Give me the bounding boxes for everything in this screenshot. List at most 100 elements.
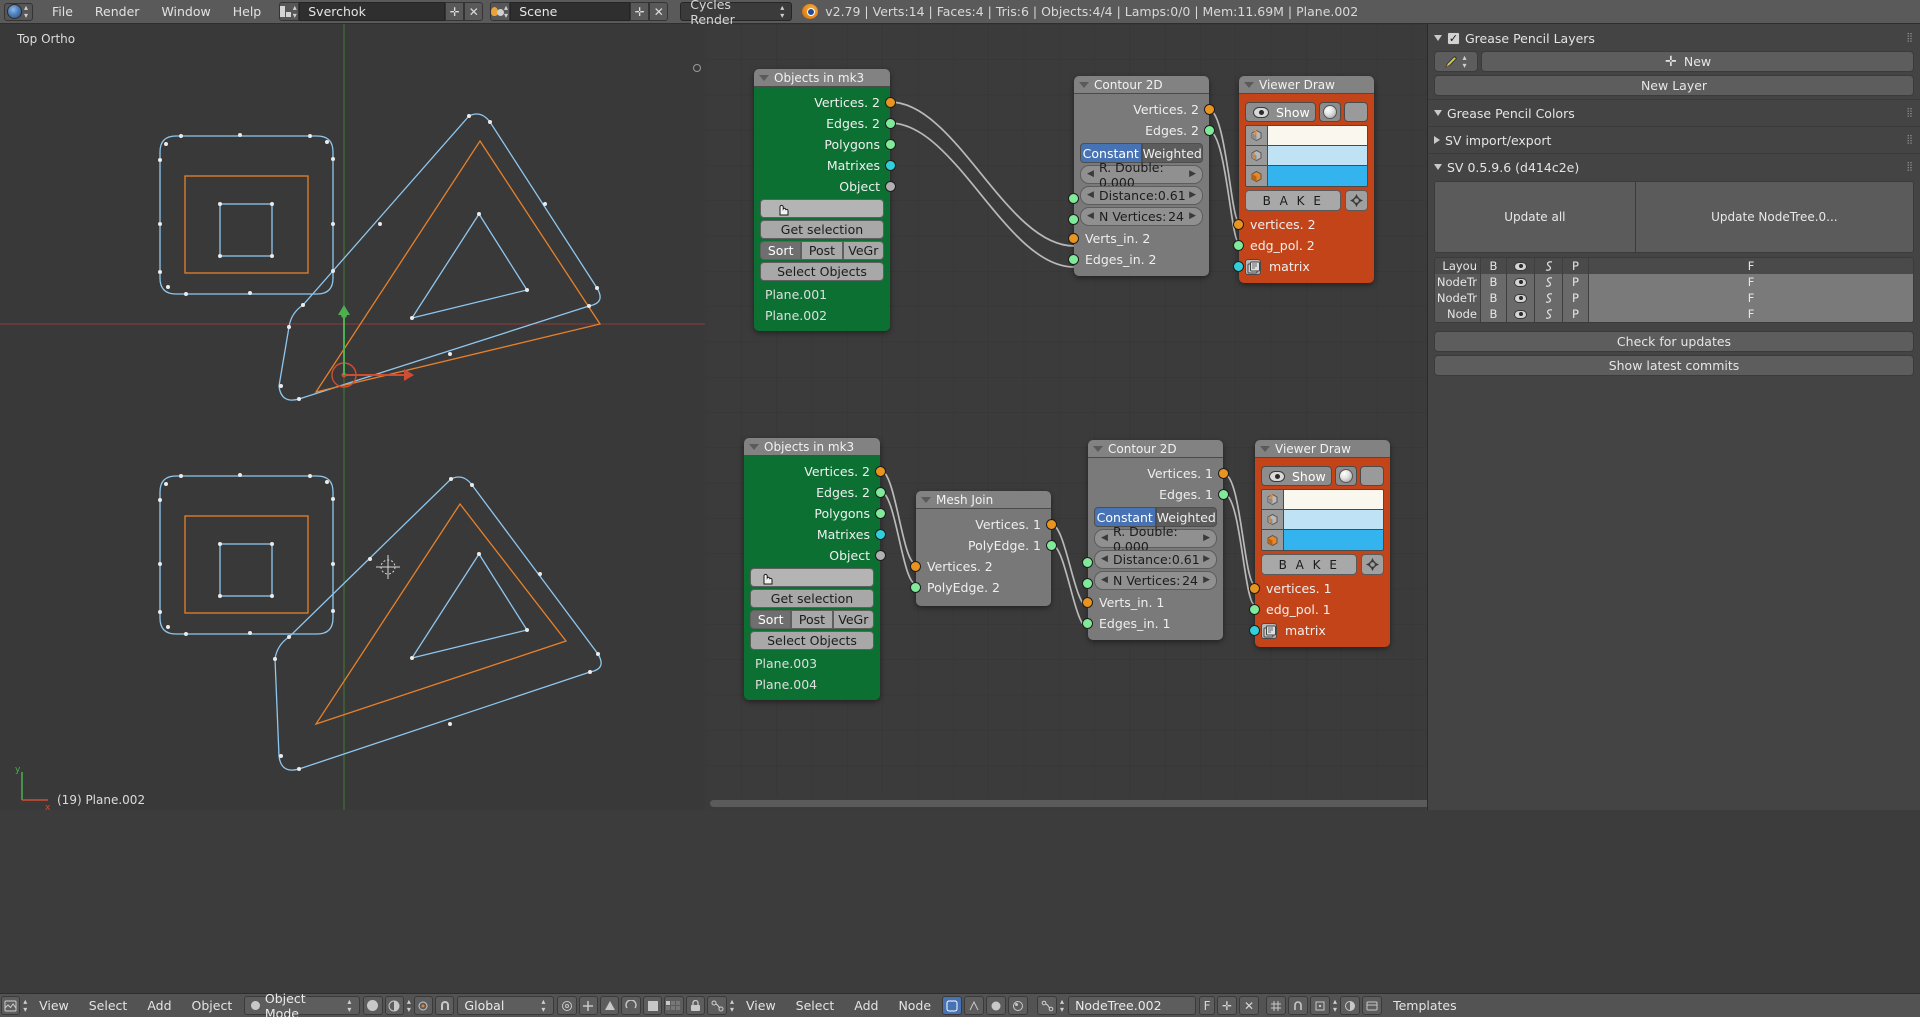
arrow-left-icon[interactable]: ◀ [1101, 575, 1108, 585]
vertices-socket[interactable] [910, 561, 921, 572]
color-swatch-edges[interactable] [1268, 146, 1367, 165]
chevron-updown-icon[interactable]: ▴ ▾ [291, 3, 298, 20]
show-toggle[interactable]: Show [1261, 466, 1332, 486]
node-header[interactable]: Objects in mk3 [754, 69, 890, 87]
vertices-socket[interactable] [1218, 468, 1229, 479]
add-layout-button[interactable]: ✛ [445, 2, 465, 21]
row-process-toggle[interactable]: P [1563, 274, 1589, 290]
vertices-socket[interactable] [1233, 219, 1244, 230]
tab-sort[interactable]: Sort [760, 241, 802, 260]
color-row-edges[interactable] [1262, 510, 1383, 530]
drag-grip-icon[interactable]: ⣿ [1906, 108, 1914, 118]
distance-field[interactable]: ◀ Distance: 0.61 ▶ [1080, 186, 1203, 205]
node-header[interactable]: Contour 2D [1088, 440, 1223, 458]
shading-toggle[interactable] [1335, 466, 1357, 486]
sort-post-vegr-tabs[interactable]: Sort Post VeGr [750, 610, 874, 629]
scene-icon[interactable]: ▴ ▾ [490, 2, 511, 21]
bake-button[interactable]: B A K E [1261, 554, 1357, 575]
node-viewer-draw-bottom[interactable]: Viewer Draw Show B A K E vertices. 1 edg… [1249, 440, 1390, 647]
target-icon[interactable] [1345, 190, 1368, 211]
matrix-socket[interactable] [1233, 261, 1244, 272]
new-grease-pencil-button[interactable]: ✛ New [1481, 51, 1914, 72]
table-row[interactable]: NodeTr B P F [1435, 274, 1913, 290]
arrow-right-icon[interactable]: ▶ [1203, 575, 1210, 585]
chevron-updown-icon[interactable]: ▴ ▾ [21, 997, 29, 1014]
chevron-down-icon[interactable] [1434, 110, 1442, 116]
chevron-down-icon[interactable] [1434, 164, 1442, 170]
node-header[interactable]: Objects in mk3 [744, 438, 880, 456]
row-process-toggle[interactable]: P [1563, 290, 1589, 306]
row-layout-name[interactable]: NodeTr [1435, 274, 1481, 290]
collapse-triangle-icon[interactable] [749, 443, 759, 450]
matrix-socket[interactable] [1249, 625, 1260, 636]
drag-grip-icon[interactable]: ⣿ [1906, 135, 1914, 145]
arrow-left-icon[interactable]: ◀ [1101, 533, 1108, 543]
row-fake-toggle[interactable]: F [1589, 290, 1913, 306]
arrow-right-icon[interactable]: ▶ [1203, 554, 1210, 564]
3d-viewport[interactable]: Top Ortho (19) Plane.002 y x [0, 24, 705, 810]
chevron-updown-icon[interactable]: ▴ ▾ [1331, 997, 1339, 1014]
menu-file[interactable]: File [41, 2, 84, 21]
panel-grease-pencil-layers[interactable]: ✓ Grease Pencil Layers ⣿ [1428, 28, 1920, 48]
arrow-right-icon[interactable]: ▶ [1189, 211, 1196, 221]
menu-window[interactable]: Window [150, 2, 221, 21]
lock-button[interactable] [685, 996, 705, 1015]
extra-toggle[interactable] [1360, 466, 1384, 486]
color-swatch-faces[interactable] [1268, 166, 1367, 186]
polyedge-socket[interactable] [1046, 540, 1057, 551]
edges-socket[interactable] [885, 118, 896, 129]
nodetree-datablock-icon[interactable] [1037, 996, 1058, 1015]
snap-node-button[interactable] [1288, 996, 1309, 1015]
chevron-right-icon[interactable] [1434, 136, 1440, 144]
row-eye-icon[interactable] [1507, 306, 1535, 322]
object-socket[interactable] [875, 550, 886, 561]
node-menu-node[interactable]: Node [888, 996, 941, 1015]
shading-type-icon[interactable] [986, 996, 1007, 1015]
row-bake-toggle[interactable]: B [1481, 290, 1507, 306]
edges-in-socket[interactable] [1068, 254, 1079, 265]
polygons-socket[interactable] [885, 139, 896, 150]
chevron-updown-icon[interactable]: ▴ ▾ [22, 3, 30, 20]
row-snake-icon[interactable] [1535, 274, 1563, 290]
collapse-triangle-icon[interactable] [921, 496, 931, 503]
snap-magnet-button[interactable] [435, 996, 455, 1015]
object-picker-field[interactable] [760, 199, 884, 218]
color-row-faces[interactable] [1262, 530, 1383, 550]
chevron-down-icon[interactable] [1434, 35, 1442, 41]
get-selection-button[interactable]: Get selection [760, 220, 884, 239]
chevron-updown-icon[interactable]: ▴ ▾ [1058, 997, 1066, 1014]
edgepol-socket[interactable] [1233, 240, 1244, 251]
color-swatch-vertices[interactable] [1268, 126, 1367, 145]
viewport-menu-view[interactable]: View [29, 996, 79, 1015]
editor-type-button[interactable] [707, 996, 727, 1015]
row-snake-icon[interactable] [1535, 306, 1563, 322]
verts-in-socket[interactable] [1068, 233, 1079, 244]
n-vertices-field[interactable]: ◀ N Vertices: 24 ▶ [1080, 207, 1203, 226]
object-list-item[interactable]: Plane.004 [744, 673, 880, 694]
distance-input-socket[interactable] [1068, 193, 1079, 204]
arrow-left-icon[interactable]: ◀ [1087, 190, 1094, 200]
matrixes-socket[interactable] [885, 160, 896, 171]
chevron-updown-icon[interactable]: ▴ ▾ [728, 997, 736, 1014]
color-row-vertices[interactable] [1262, 490, 1383, 510]
tab-vegr[interactable]: VeGr [842, 241, 884, 260]
fake-user-button[interactable]: F [1199, 996, 1216, 1015]
chevron-updown-icon[interactable]: ▴ ▾ [1461, 53, 1469, 70]
collapse-triangle-icon[interactable] [1079, 81, 1089, 88]
object-mode-select[interactable]: Object Mode ▴ ▾ [244, 991, 361, 1017]
edges-socket[interactable] [875, 487, 886, 498]
layer-visibility[interactable] [664, 996, 684, 1015]
snap-element-select[interactable] [1310, 996, 1331, 1015]
select-objects-button[interactable]: Select Objects [750, 631, 874, 650]
node-menu-add[interactable]: Add [844, 996, 888, 1015]
nvertices-input-socket[interactable] [1082, 578, 1093, 589]
menu-render[interactable]: Render [84, 2, 151, 21]
sort-post-vegr-tabs[interactable]: Sort Post VeGr [760, 241, 884, 260]
color-row-edges[interactable] [1246, 146, 1367, 166]
delete-layout-button[interactable]: ✕ [464, 2, 484, 21]
select-objects-button[interactable]: Select Objects [760, 262, 884, 281]
pivot-point-button[interactable] [413, 996, 434, 1015]
color-swatch-faces[interactable] [1284, 530, 1383, 550]
distance-input-socket[interactable] [1082, 557, 1093, 568]
polyedge-socket[interactable] [910, 582, 921, 593]
